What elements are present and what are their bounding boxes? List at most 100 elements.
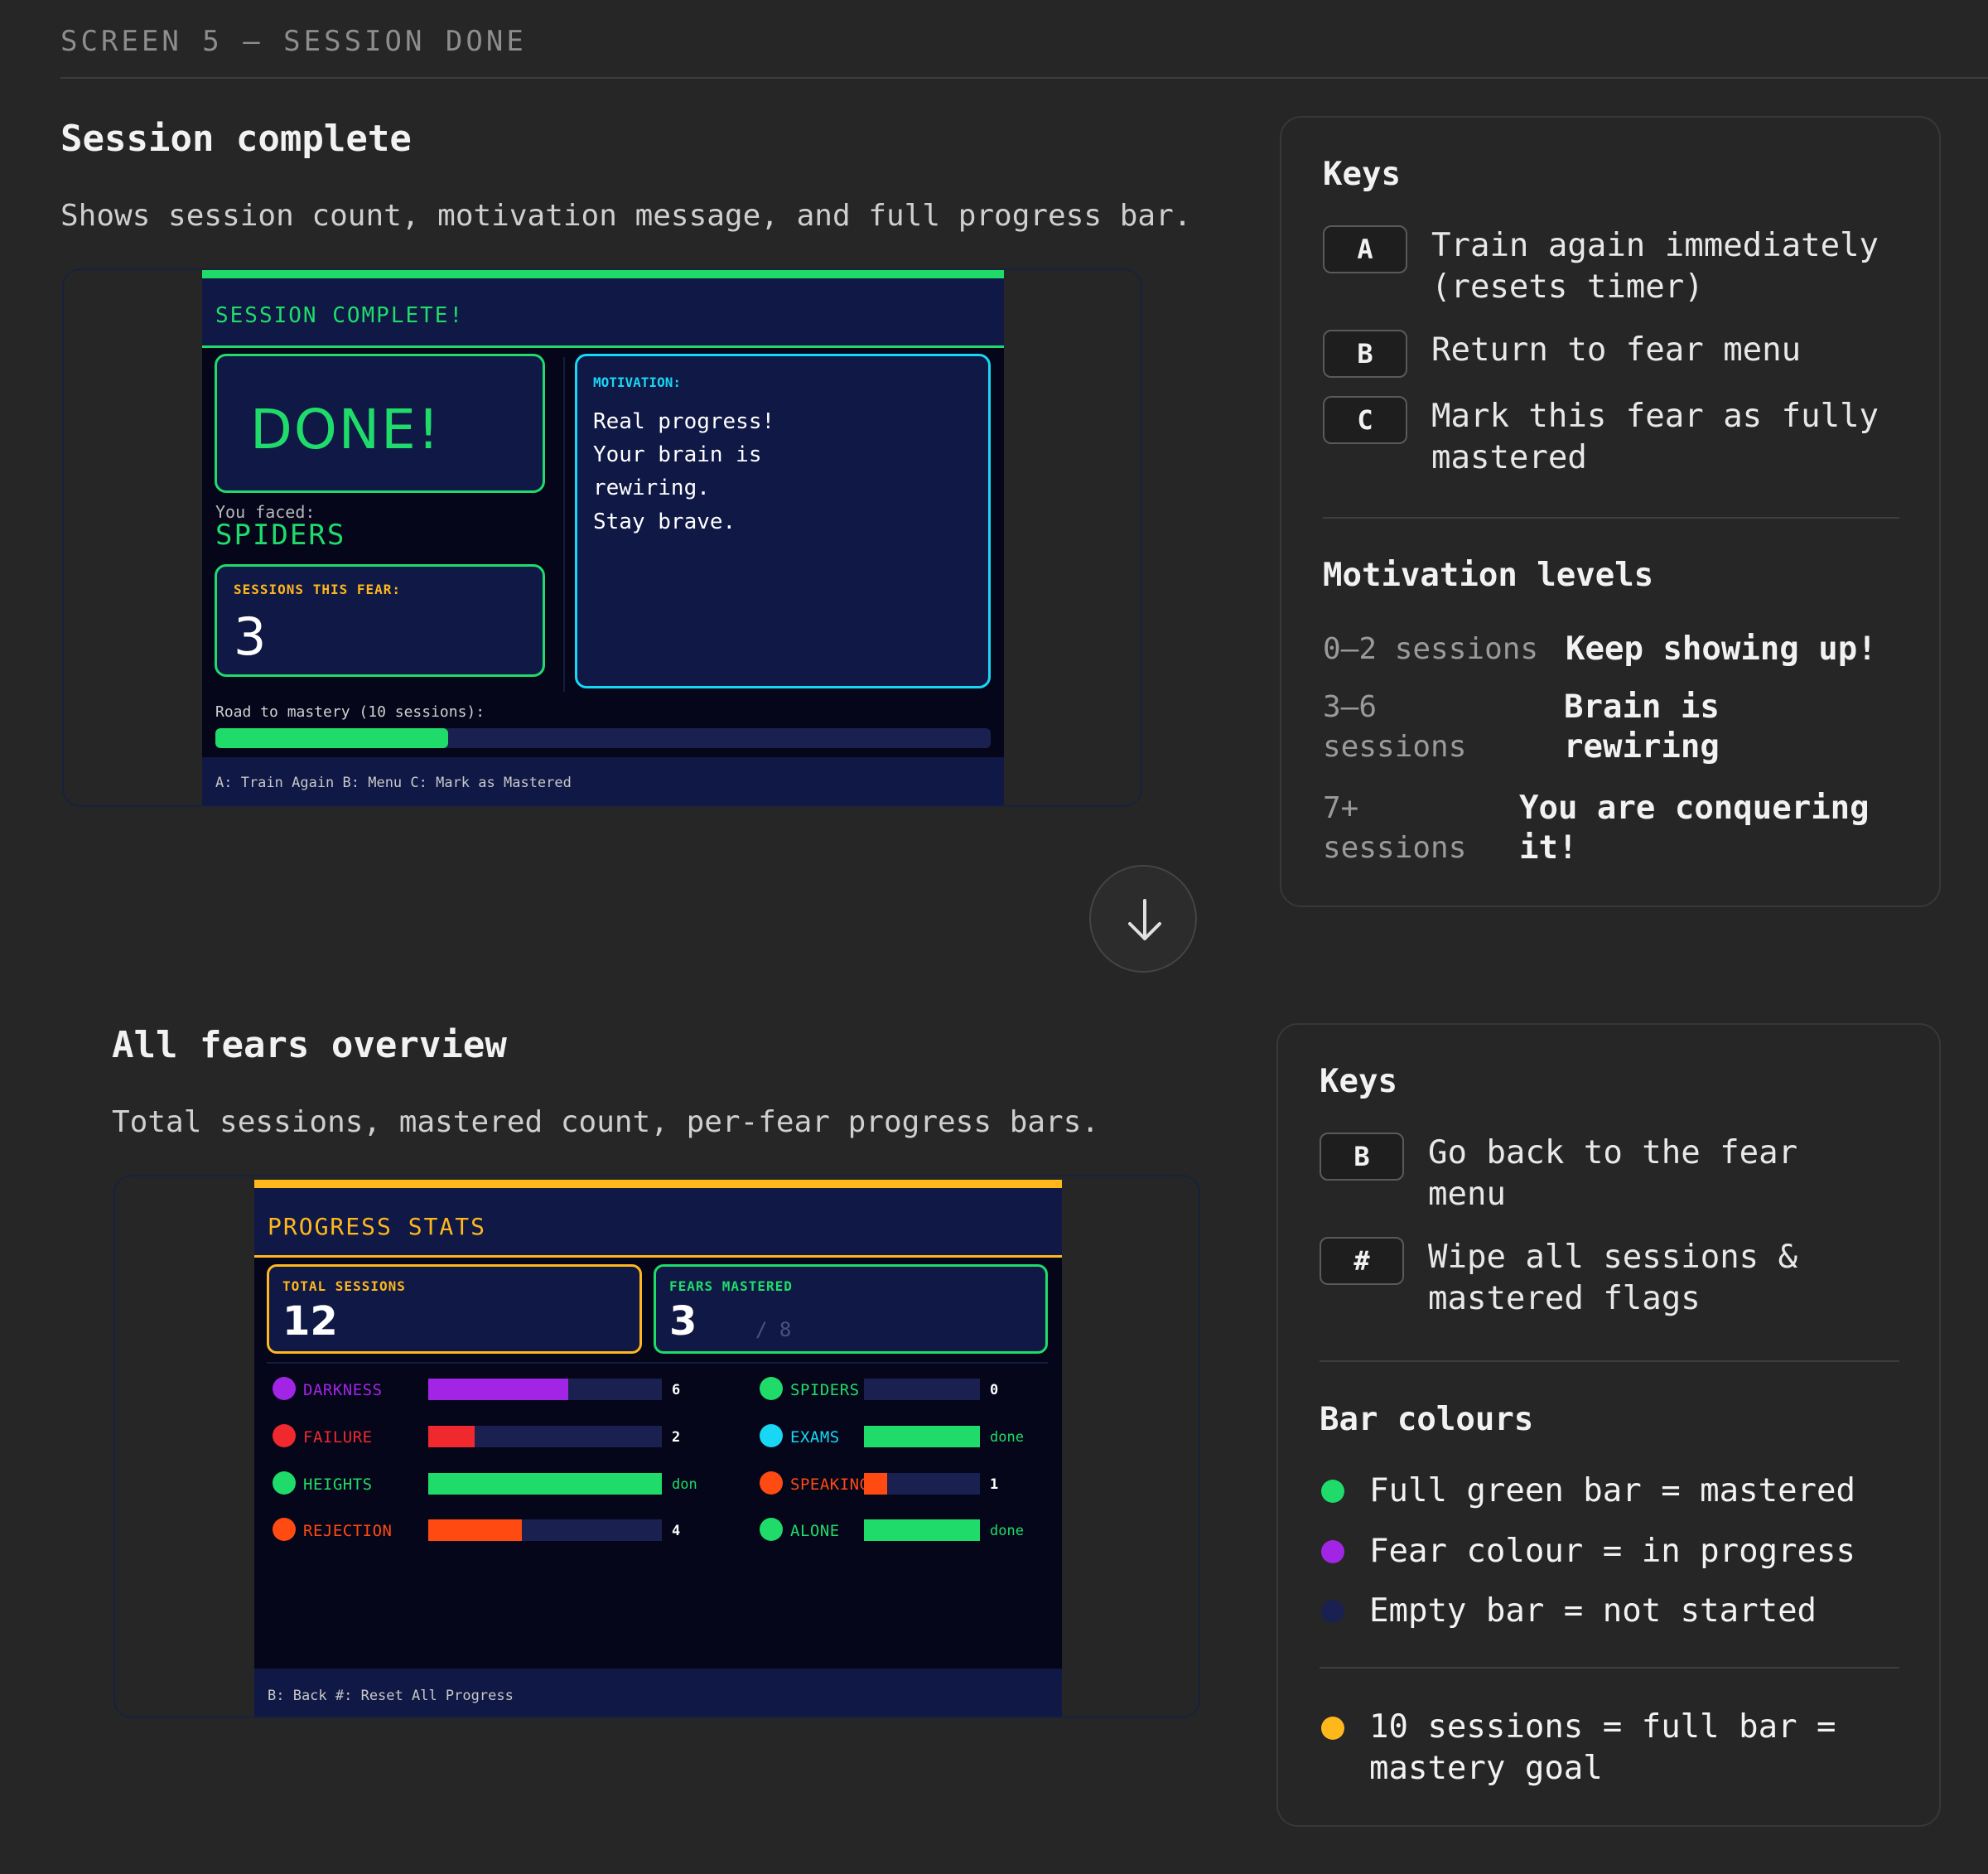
fear-name: ALONE — [790, 1522, 840, 1540]
panel-divider — [1320, 1360, 1899, 1362]
legend-text: Fear colour = in progress — [1369, 1533, 1855, 1570]
fear-progress-fill — [864, 1473, 887, 1495]
fear-row: ALONE done — [760, 1516, 1030, 1544]
done-text: DONE! — [250, 398, 442, 461]
fear-name: REJECTION — [303, 1522, 393, 1540]
key-b-description: Return to fear menu — [1431, 331, 1802, 369]
fear-progress-bar — [428, 1426, 662, 1447]
mastery-progress-fill — [215, 728, 448, 748]
screen-footer: B: Back #: Reset All Progress — [254, 1669, 1062, 1717]
fear-progress-fill — [864, 1426, 980, 1447]
fear-progress-bar — [428, 1473, 662, 1495]
motivation-line: Real progress! — [593, 409, 775, 434]
fear-progress-bar — [864, 1379, 980, 1400]
mastery-progress-bar — [215, 728, 991, 748]
key-b: B — [1323, 330, 1407, 378]
screen-label: SCREEN 5 — SESSION DONE — [60, 25, 527, 58]
fears-mastered-value: 3 — [669, 1298, 697, 1345]
fear-name: FAILURE — [303, 1428, 373, 1447]
level-message: Keep showing up! — [1566, 630, 1877, 668]
footer-hint: B: Back #: Reset All Progress — [268, 1688, 514, 1704]
session-keys-panel: Keys A Train again immediately (resets t… — [1280, 116, 1941, 907]
done-card: DONE! — [215, 354, 545, 493]
screen-title: SESSION COMPLETE! — [215, 303, 465, 328]
motivation-line: Stay brave. — [593, 510, 736, 534]
screen-title: PROGRESS STATS — [268, 1213, 487, 1240]
legend-dot-green — [1321, 1480, 1344, 1503]
fear-count: done — [990, 1429, 1024, 1446]
fear-row: REJECTION 4 — [273, 1516, 712, 1544]
bar-colours-title: Bar colours — [1320, 1401, 1534, 1438]
fear-dot — [273, 1377, 296, 1400]
fear-progress-fill — [428, 1473, 662, 1495]
fear-row: FAILURE 2 — [273, 1422, 712, 1451]
session-screen-frame: SESSION COMPLETE! DONE! You faced: SPIDE… — [62, 268, 1142, 807]
motivation-line: Your brain is — [593, 442, 762, 467]
key-c: C — [1323, 396, 1407, 444]
fears-mastered-card: FEARS MASTERED 3 / 8 — [654, 1264, 1048, 1354]
fear-name: EXAMS — [790, 1428, 840, 1447]
legend-text: Empty bar = not started — [1369, 1592, 1817, 1630]
overview-screen-frame: PROGRESS STATS TOTAL SESSIONS 12 FEARS M… — [113, 1175, 1200, 1718]
fear-dot — [273, 1424, 296, 1447]
fear-dot — [760, 1471, 783, 1495]
session-section-title: Session complete — [60, 118, 412, 160]
fear-progress-fill — [428, 1519, 522, 1541]
keys-title: Keys — [1323, 156, 1401, 193]
fear-progress-bar — [864, 1473, 980, 1495]
fear-row: EXAMS done — [760, 1422, 1030, 1451]
fear-count: done — [990, 1523, 1024, 1539]
fear-progress-bar — [428, 1519, 662, 1541]
fear-row: DARKNESS 6 — [273, 1375, 712, 1403]
fear-progress-fill — [428, 1379, 569, 1400]
total-sessions-card: TOTAL SESSIONS 12 — [267, 1264, 642, 1354]
fears-mastered-total: / 8 — [755, 1318, 792, 1341]
overview-keys-panel: Keys B Go back to the fear menu # Wipe a… — [1276, 1023, 1941, 1827]
arrow-down-icon — [1128, 899, 1161, 940]
progress-stats-screen: PROGRESS STATS TOTAL SESSIONS 12 FEARS M… — [254, 1180, 1062, 1717]
road-label: Road to mastery (10 sessions): — [215, 703, 485, 721]
fear-name: SPIDERS — [790, 1381, 860, 1399]
legend-dot-amber — [1321, 1717, 1344, 1740]
panel-divider — [1320, 1667, 1899, 1669]
legend-dot-purple — [1321, 1540, 1344, 1563]
panel-divider — [1323, 517, 1899, 519]
key-a: A — [1323, 225, 1407, 273]
screen-footer: A: Train Again B: Menu C: Mark as Master… — [202, 757, 1004, 805]
fear-count: 2 — [672, 1429, 681, 1446]
fear-row: SPEAKING 1 — [760, 1470, 1030, 1498]
fear-name: DARKNESS — [303, 1381, 383, 1399]
level-message: Brain is rewiring — [1564, 688, 1720, 766]
fear-dot — [760, 1518, 783, 1541]
legend-text: Full green bar = mastered — [1369, 1472, 1855, 1509]
fear-row: HEIGHTS don — [273, 1470, 712, 1498]
legend-goal-text: 10 sessions = full bar = mastery goal — [1369, 1708, 1836, 1787]
fear-progress-bar — [864, 1426, 980, 1447]
level-range: 3–6 sessions — [1323, 690, 1467, 764]
total-sessions-label: TOTAL SESSIONS — [282, 1278, 406, 1294]
screen-title-bar: PROGRESS STATS — [254, 1188, 1062, 1258]
faced-value: SPIDERS — [215, 519, 346, 552]
footer-hint: A: Train Again B: Menu C: Mark as Master… — [215, 775, 572, 791]
fear-row: SPIDERS 0 — [760, 1375, 1030, 1403]
level-range: 7+ sessions — [1323, 791, 1467, 865]
key-hash: # — [1320, 1237, 1404, 1285]
overview-section-description: Total sessions, mastered count, per-fear… — [112, 1105, 1100, 1139]
fear-count: don — [672, 1476, 697, 1493]
key-b: B — [1320, 1133, 1404, 1181]
fear-name: HEIGHTS — [303, 1476, 373, 1494]
sessions-label: SESSIONS THIS FEAR: — [234, 582, 402, 597]
scroll-down-button[interactable] — [1089, 865, 1197, 973]
fear-progress-fill — [428, 1426, 475, 1447]
key-hash-description: Wipe all sessions & mastered flags — [1428, 1239, 1798, 1317]
motivation-line: rewiring. — [593, 476, 710, 500]
screen-accent-bar — [254, 1180, 1062, 1188]
fear-dot — [273, 1471, 296, 1495]
motivation-label: MOTIVATION: — [593, 374, 681, 390]
level-range: 0–2 sessions — [1323, 632, 1539, 666]
header-divider — [60, 77, 1988, 79]
sessions-value: 3 — [234, 606, 267, 667]
motivation-levels-title: Motivation levels — [1323, 557, 1654, 594]
fear-progress-bar — [864, 1519, 980, 1541]
total-sessions-value: 12 — [282, 1298, 338, 1345]
